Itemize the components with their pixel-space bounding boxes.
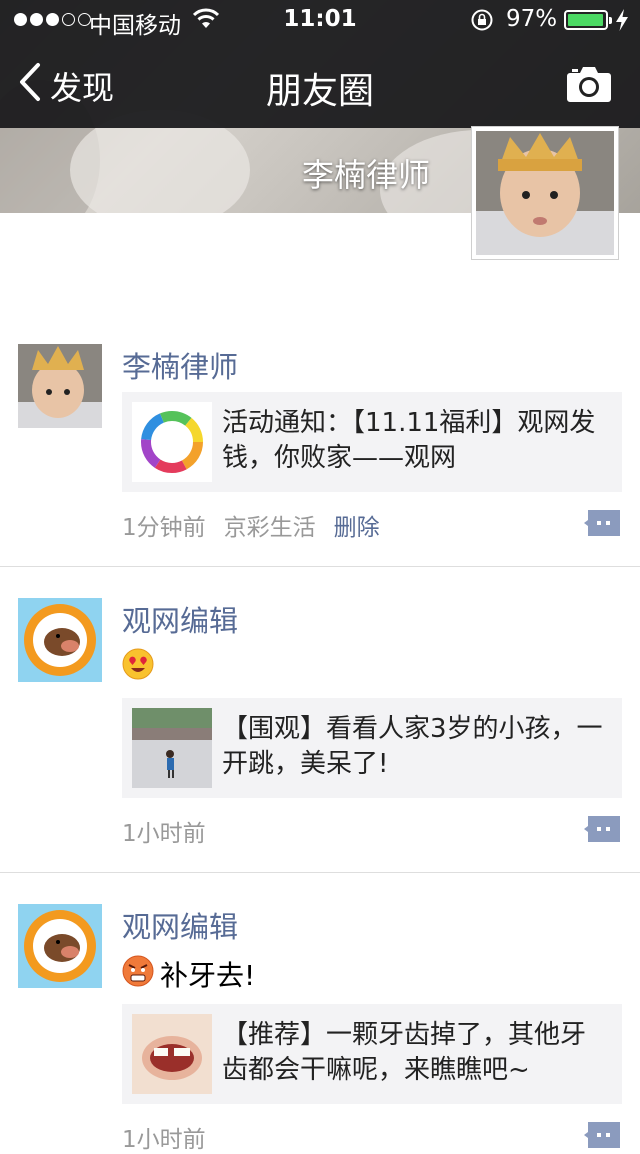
cover-avatar[interactable] bbox=[471, 126, 619, 260]
shared-link-card[interactable]: 【推荐】一颗牙齿掉了，其他牙齿都会干嘛呢，来瞧瞧吧~ bbox=[122, 1004, 622, 1104]
rotation-lock-icon bbox=[470, 8, 494, 38]
post-time: 1小时前 bbox=[122, 821, 206, 847]
post-body: 补牙去! bbox=[160, 959, 256, 992]
link-thumbnail bbox=[132, 402, 212, 482]
link-thumbnail bbox=[132, 708, 212, 788]
status-bar: 中国移动 11:01 97% bbox=[0, 0, 640, 40]
post-meta: 1小时前 bbox=[122, 1120, 206, 1154]
divider bbox=[0, 566, 640, 567]
avatar[interactable] bbox=[18, 598, 102, 682]
comment-icon[interactable] bbox=[584, 1122, 620, 1148]
delete-button[interactable]: 删除 bbox=[334, 508, 380, 542]
cover-user-name: 李楠律师 bbox=[301, 156, 430, 194]
post-meta: 1分钟前 京彩生活 删除 bbox=[122, 508, 380, 542]
avatar[interactable] bbox=[18, 904, 102, 988]
comment-icon[interactable] bbox=[584, 510, 620, 536]
post-author[interactable]: 李楠律师 bbox=[122, 344, 238, 386]
shared-link-card[interactable]: 【围观】看看人家3岁的小孩，一开跳，美呆了! bbox=[122, 698, 622, 798]
post-meta: 1小时前 bbox=[122, 814, 206, 848]
link-title: 活动通知：【11.11福利】观网发钱，你败家——观网 bbox=[222, 408, 596, 473]
post-text: 补牙去! bbox=[122, 954, 255, 994]
camera-icon[interactable] bbox=[566, 65, 612, 107]
post-time: 1小时前 bbox=[122, 1127, 206, 1153]
navigation-bar: 中国移动 11:01 97% 发现 朋友圈 bbox=[0, 0, 640, 128]
post-author[interactable]: 观网编辑 bbox=[122, 598, 238, 640]
post-author[interactable]: 观网编辑 bbox=[122, 904, 238, 946]
charging-bolt-icon bbox=[615, 8, 629, 38]
heart-eyes-emoji-icon bbox=[122, 648, 154, 687]
comment-icon[interactable] bbox=[584, 816, 620, 842]
battery-percentage: 97% bbox=[506, 6, 558, 32]
avatar[interactable] bbox=[18, 344, 102, 428]
link-title: 【围观】看看人家3岁的小孩，一开跳，美呆了! bbox=[222, 714, 603, 779]
battery-icon bbox=[564, 10, 612, 30]
link-thumbnail bbox=[132, 1014, 212, 1094]
shared-link-card[interactable]: 活动通知：【11.11福利】观网发钱，你败家——观网 bbox=[122, 392, 622, 492]
post-time: 1分钟前 bbox=[122, 515, 206, 541]
page-title: 朋友圈 bbox=[265, 71, 374, 112]
angry-emoji-icon bbox=[122, 955, 154, 994]
baby-avatar-image bbox=[476, 131, 614, 255]
link-title: 【推荐】一颗牙齿掉了，其他牙齿都会干嘛呢，来瞧瞧吧~ bbox=[222, 1020, 587, 1085]
divider bbox=[0, 872, 640, 873]
post-text bbox=[122, 648, 154, 687]
post-source[interactable]: 京彩生活 bbox=[224, 508, 316, 542]
